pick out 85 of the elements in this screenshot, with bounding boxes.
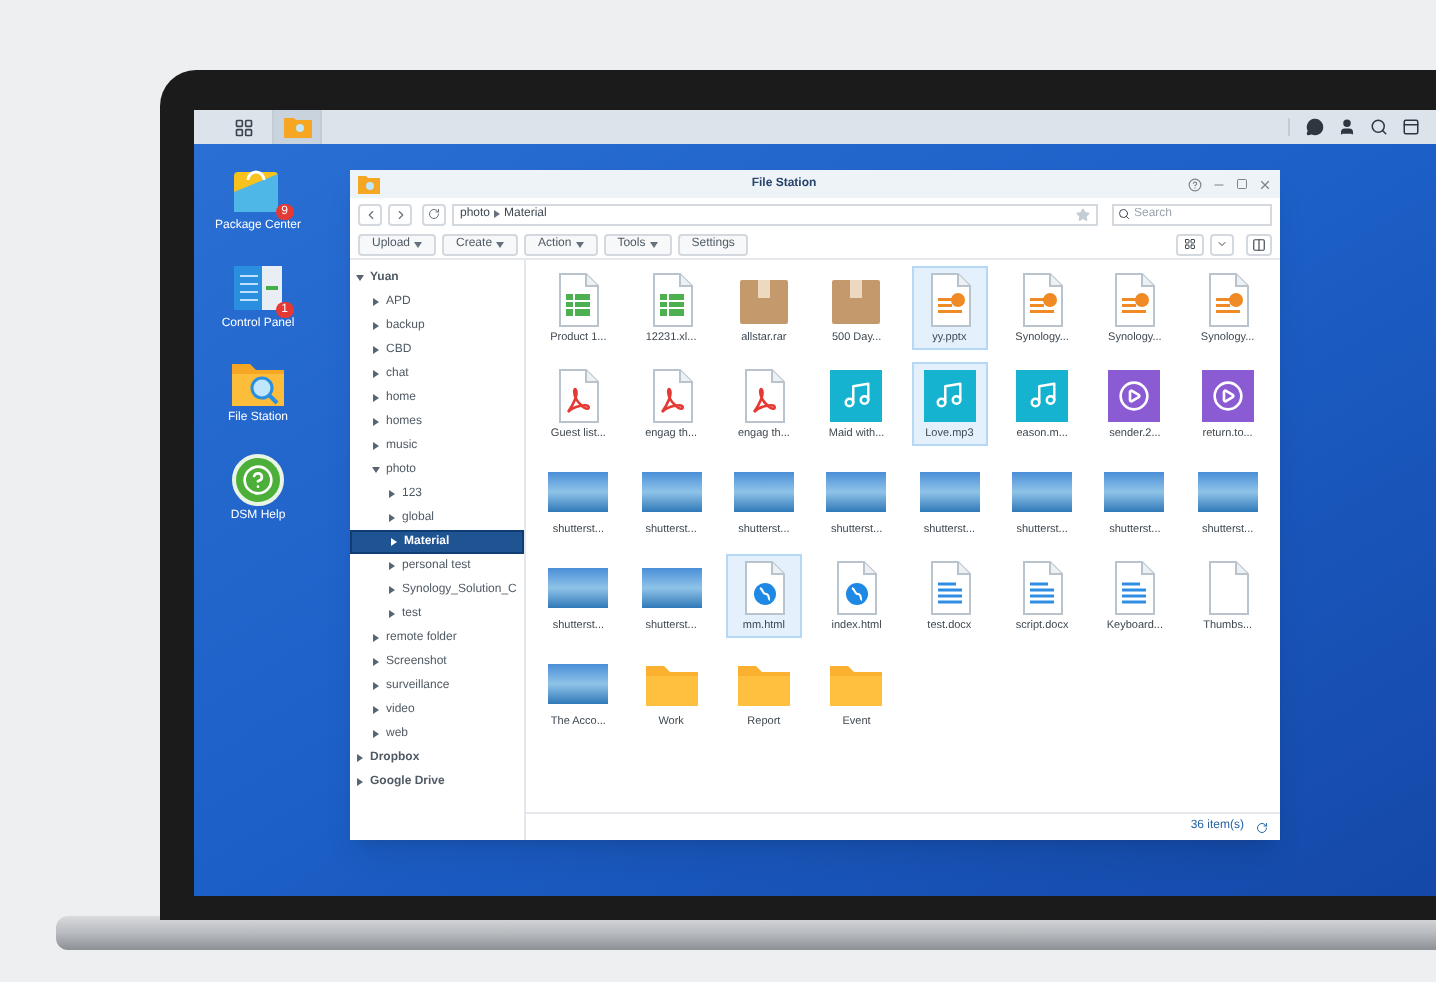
- collapsed-arrow-icon: [372, 418, 380, 426]
- refresh-icon[interactable]: [1256, 821, 1268, 833]
- photo-placeholder: [1104, 471, 1165, 511]
- grid-icon: [1184, 238, 1196, 250]
- pdf-icon: [739, 367, 788, 423]
- view-options-button[interactable]: [1210, 233, 1234, 255]
- refresh-button[interactable]: [422, 203, 446, 225]
- collapsed-arrow-icon: [356, 754, 364, 762]
- collapsed-arrow-icon: [372, 298, 380, 306]
- collapsed-arrow-icon: [356, 778, 364, 786]
- play-icon: [1108, 369, 1161, 421]
- refresh-icon: [428, 208, 440, 220]
- notifications-icon[interactable]: [1306, 118, 1324, 136]
- folder-icon: [283, 116, 311, 138]
- folder-magnifier-icon: [358, 175, 380, 193]
- collapsed-arrow-icon: [372, 634, 380, 642]
- collapsed-arrow-icon: [372, 370, 380, 378]
- collapsed-arrow-icon: [372, 706, 380, 714]
- collapsed-arrow-icon: [372, 730, 380, 738]
- slides-icon: [1018, 271, 1067, 327]
- globe-page-icon: [832, 559, 881, 615]
- dropdown-caret-icon: [649, 241, 658, 247]
- pdf-icon: [647, 367, 696, 423]
- photo-placeholder: [641, 471, 702, 511]
- pdf-icon: [554, 367, 603, 423]
- collapsed-arrow-icon: [388, 490, 396, 498]
- spreadsheet-icon: [647, 271, 696, 327]
- help-icon: [232, 454, 284, 506]
- music-note-icon: [923, 369, 976, 421]
- photo-placeholder: [826, 471, 887, 511]
- back-button[interactable]: [358, 203, 382, 225]
- photo-placeholder: [733, 471, 794, 511]
- collapsed-arrow-icon: [372, 442, 380, 450]
- collapsed-arrow-icon: [388, 514, 396, 522]
- collapsed-arrow-icon: [372, 394, 380, 402]
- forward-button[interactable]: [388, 203, 412, 225]
- collapsed-arrow-icon: [388, 586, 396, 594]
- grid-icon: [233, 117, 253, 137]
- dropdown-caret-icon: [575, 241, 584, 247]
- expanded-arrow-icon: [356, 274, 364, 282]
- globe-page-icon: [739, 559, 788, 615]
- photo-placeholder: [1197, 471, 1258, 511]
- document-icon: [1018, 559, 1067, 615]
- photo-placeholder: [919, 471, 980, 511]
- maximize-icon[interactable]: [1236, 178, 1248, 190]
- document-icon: [1110, 559, 1159, 615]
- music-note-icon: [1016, 369, 1069, 421]
- collapsed-arrow-icon: [388, 610, 396, 618]
- collapsed-arrow-icon: [372, 322, 380, 330]
- photo-placeholder: [1012, 471, 1073, 511]
- slides-icon: [1203, 271, 1252, 327]
- dropdown-caret-icon: [496, 241, 505, 247]
- close-icon[interactable]: [1258, 177, 1272, 191]
- view-mode-button[interactable]: [1176, 233, 1204, 255]
- photo-placeholder: [641, 567, 702, 607]
- forward-icon: [393, 207, 407, 221]
- columns-icon: [1252, 237, 1266, 251]
- document-icon: [925, 559, 974, 615]
- slides-icon: [1110, 271, 1159, 327]
- widgets-icon[interactable]: [1402, 118, 1420, 136]
- control-panel-icon: [232, 262, 284, 314]
- music-note-icon: [830, 369, 883, 421]
- collapsed-arrow-icon: [372, 658, 380, 666]
- user-icon[interactable]: [1338, 118, 1356, 136]
- spreadsheet-icon: [554, 271, 603, 327]
- search-icon: [1118, 208, 1130, 220]
- back-icon: [363, 207, 377, 221]
- photo-placeholder: [548, 567, 609, 607]
- expanded-arrow-icon: [372, 466, 380, 474]
- breadcrumb-arrow-icon: [494, 210, 501, 218]
- folder-magnifier-icon: [230, 360, 286, 408]
- photo-placeholder: [548, 471, 609, 511]
- play-icon: [1201, 369, 1254, 421]
- help-icon[interactable]: [1188, 177, 1202, 191]
- slides-icon: [925, 271, 974, 327]
- caret-icon: [1216, 238, 1228, 250]
- collapsed-arrow-icon: [372, 682, 380, 690]
- blank-page-icon: [1203, 559, 1252, 615]
- panel-toggle-button[interactable]: [1246, 233, 1272, 255]
- search-icon[interactable]: [1370, 118, 1388, 136]
- collapsed-arrow-icon: [372, 346, 380, 354]
- dropdown-caret-icon: [414, 241, 423, 247]
- photo-placeholder: [548, 663, 609, 703]
- collapsed-arrow-icon: [390, 538, 398, 546]
- collapsed-arrow-icon: [388, 562, 396, 570]
